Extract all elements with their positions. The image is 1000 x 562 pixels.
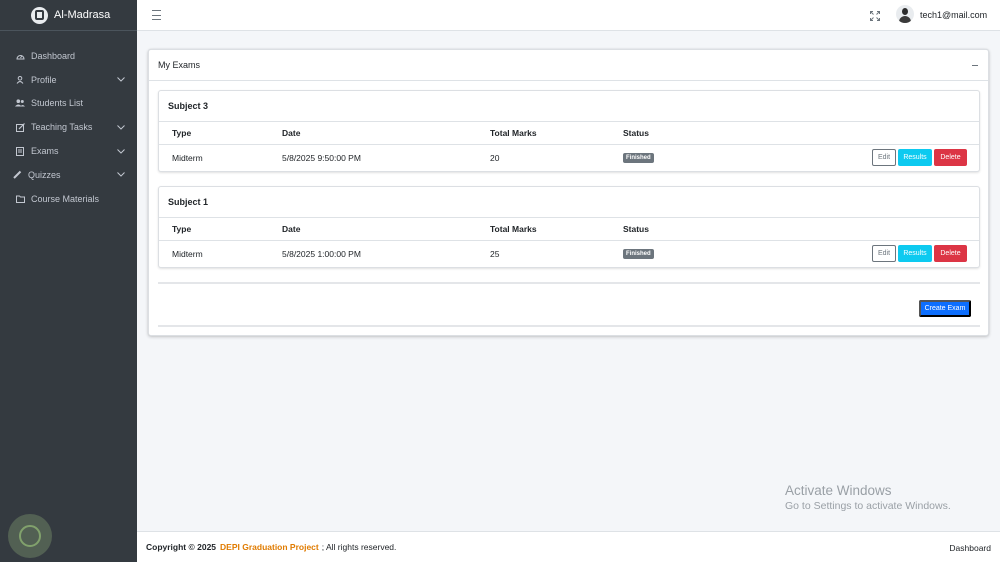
activation-title: Activate Windows	[785, 483, 892, 498]
edit-button[interactable]: Edit	[872, 149, 896, 166]
fullscreen-icon[interactable]	[870, 11, 880, 21]
sidebar-item-exams[interactable]: Exams	[0, 139, 137, 163]
avatar[interactable]	[896, 5, 914, 23]
footer-dashboard-link[interactable]: Dashboard	[949, 543, 991, 553]
column-header-date: Date	[282, 128, 301, 138]
watermark-logo-icon	[8, 514, 52, 558]
status-cell: Finished	[623, 241, 654, 267]
column-header-type: Type	[172, 224, 192, 234]
sidebar-item-label: Students List	[31, 98, 84, 109]
sidebar-item-label: Profile	[31, 74, 57, 85]
table-row: Midterm 5/8/2025 1:00:00 PM 25 Finished …	[159, 241, 979, 267]
document-icon	[15, 146, 25, 156]
sidebar-item-course-materials[interactable]: Course Materials	[0, 187, 137, 211]
footer-rights: ; All rights reserved.	[321, 542, 397, 552]
brand-logo-icon	[31, 6, 48, 24]
exam-type: Midterm	[172, 249, 203, 259]
sidebar-item-dashboard[interactable]: Dashboard	[0, 44, 137, 68]
exam-type: Midterm	[172, 153, 203, 163]
users-icon	[15, 99, 25, 107]
sidebar-item-label: Teaching Tasks	[31, 122, 93, 133]
chevron-down-icon[interactable]	[117, 123, 125, 131]
pencil-icon	[12, 170, 22, 180]
collapse-icon[interactable]	[972, 65, 978, 66]
user-icon	[15, 75, 25, 84]
footer-project-link[interactable]: DEPI Graduation Project	[220, 542, 319, 552]
dashboard-icon	[15, 52, 25, 60]
chevron-down-icon[interactable]	[117, 76, 125, 84]
column-header-type: Type	[172, 128, 192, 138]
results-button[interactable]: Results	[898, 149, 932, 166]
create-exam-button[interactable]: Create Exam	[919, 300, 971, 317]
sidebar-item-profile[interactable]: Profile	[0, 68, 137, 92]
edit-icon	[15, 122, 25, 132]
exam-total-marks: 20	[490, 153, 500, 163]
status-badge: Finished	[623, 249, 654, 259]
column-header-status: Status	[623, 128, 649, 138]
divider	[158, 282, 980, 284]
subject-card: Subject 1 Type Date Total Marks Status M…	[158, 186, 980, 268]
row-actions: Edit Results Delete	[872, 149, 967, 166]
delete-button[interactable]: Delete	[934, 149, 967, 166]
delete-button[interactable]: Delete	[934, 245, 967, 262]
top-navbar: tech1@mail.com	[137, 0, 1000, 31]
chevron-down-icon[interactable]	[117, 147, 125, 155]
subject-title: Subject 1	[159, 187, 979, 218]
user-email[interactable]: tech1@mail.com	[920, 10, 987, 20]
subject-title: Subject 3	[159, 91, 979, 122]
edit-button[interactable]: Edit	[872, 245, 896, 262]
sidebar: Al-Madrasa Dashboard Profile Students Li…	[0, 0, 137, 562]
row-actions: Edit Results Delete	[872, 245, 967, 262]
sidebar-item-teaching-tasks[interactable]: Teaching Tasks	[0, 115, 137, 139]
status-cell: Finished	[623, 145, 654, 171]
menu-toggle-icon[interactable]	[152, 10, 161, 20]
chevron-down-icon[interactable]	[117, 171, 125, 179]
card-header: My Exams	[149, 50, 988, 81]
results-button[interactable]: Results	[898, 245, 932, 262]
divider	[158, 325, 980, 327]
footer: Copyright © 2025 DEPI Graduation Project…	[137, 531, 1000, 562]
sidebar-item-label: Course Materials	[31, 193, 100, 204]
exam-total-marks: 25	[490, 249, 500, 259]
column-header-total-marks: Total Marks	[490, 224, 537, 234]
footer-copyright: Copyright © 2025	[146, 542, 217, 552]
my-exams-card: My Exams Subject 3 Type Date Total Marks…	[148, 49, 989, 336]
sidebar-item-label: Dashboard	[31, 50, 76, 61]
table-row: Midterm 5/8/2025 9:50:00 PM 20 Finished …	[159, 145, 979, 171]
exam-date: 5/8/2025 1:00:00 PM	[282, 249, 361, 259]
column-header-status: Status	[623, 224, 649, 234]
table-header-row: Type Date Total Marks Status	[159, 218, 979, 241]
windows-activation-watermark: Activate Windows Go to Settings to activ…	[785, 483, 951, 512]
table-header-row: Type Date Total Marks Status	[159, 122, 979, 145]
page-title: My Exams	[158, 60, 201, 70]
brand-name: Al-Madrasa	[54, 9, 111, 21]
column-header-date: Date	[282, 224, 301, 234]
subject-card: Subject 3 Type Date Total Marks Status M…	[158, 90, 980, 172]
sidebar-item-students-list[interactable]: Students List	[0, 92, 137, 116]
sidebar-item-quizzes[interactable]: Quizzes	[0, 163, 137, 187]
activation-subtitle: Go to Settings to activate Windows.	[785, 500, 951, 512]
sidebar-nav: Dashboard Profile Students List Teaching…	[0, 31, 137, 211]
column-header-total-marks: Total Marks	[490, 128, 537, 138]
exam-date: 5/8/2025 9:50:00 PM	[282, 153, 361, 163]
sidebar-item-label: Exams	[31, 146, 59, 157]
sidebar-item-label: Quizzes	[28, 169, 61, 180]
folder-icon	[15, 195, 25, 203]
status-badge: Finished	[623, 153, 654, 163]
brand-link[interactable]: Al-Madrasa	[0, 0, 137, 31]
